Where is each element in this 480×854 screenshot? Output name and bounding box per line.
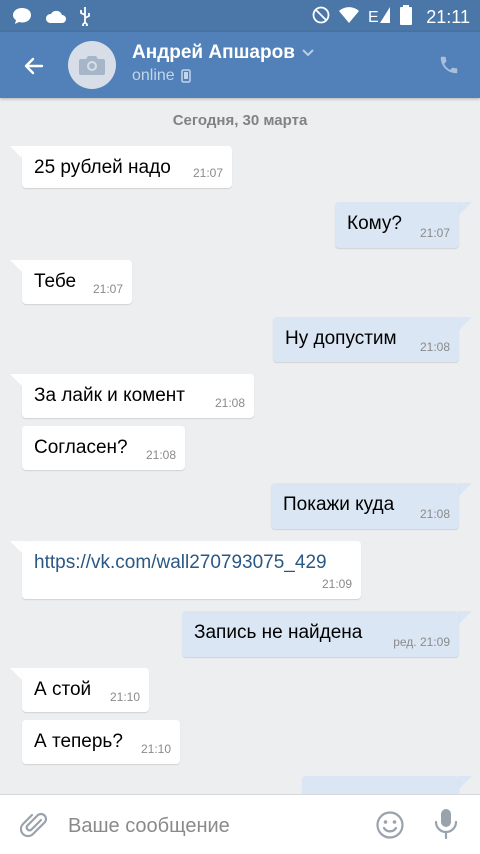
usb-icon [78,6,92,31]
bubble-tail [458,776,472,790]
message-time: 21:08 [419,340,450,354]
bubble-tail [458,483,472,497]
contact-status: online [132,67,191,85]
message-bubble-outgoing-partial[interactable] [302,776,459,794]
cloud-icon [44,8,66,29]
attach-button[interactable] [19,811,50,841]
back-button[interactable] [16,48,52,84]
microphone-icon [434,809,458,840]
message-bubble-outgoing[interactable]: Ну допустим 21:08 [273,317,459,362]
svg-text:E: E [368,9,379,24]
battery-icon [400,5,413,30]
phone-icon [440,56,458,74]
message-bubble-incoming[interactable]: А теперь? 21:10 [22,720,180,764]
online-status-label: online [132,67,175,84]
date-separator: Сегодня, 30 марта [172,112,308,129]
message-text: За лайк и комент [34,385,185,406]
message-time: 21:09 [321,577,352,591]
message-text: Покажи куда [283,494,395,515]
message-bubble-outgoing[interactable]: Запись не найдена ред. 21:09 [182,611,459,657]
message-bubble-incoming[interactable]: 25 рублей надо 21:07 [22,146,232,188]
message-text: Ну допустим [285,328,397,349]
message-bubble-incoming[interactable]: https://vk.com/wall270793075_429 21:09 [22,541,361,599]
message-bubble-incoming[interactable]: Тебе 21:07 [22,260,132,304]
bubble-tail [458,317,472,331]
status-time: 21:11 [426,7,470,27]
message-bubble-incoming[interactable]: А стой 21:10 [22,668,149,712]
chevron-down-icon [302,49,314,57]
message-time: 21:08 [419,507,450,521]
message-text: А стой [34,679,92,700]
camera-icon [79,56,105,75]
message-time: 21:07 [419,226,450,240]
message-composer [0,794,480,854]
message-text: Тебе [34,271,77,292]
message-input[interactable] [68,813,358,839]
message-bubble-incoming[interactable]: Согласен? 21:08 [22,426,185,470]
signal-e-icon: E [368,6,392,29]
message-time: ред. 21:09 [393,635,450,649]
message-time: 21:10 [140,742,171,756]
arrow-back-icon [24,57,44,75]
contact-name-label: Андрей Апшаров [132,42,295,63]
message-text: Кому? [347,213,402,234]
message-text: 25 рублей надо [34,157,171,178]
message-time: 21:07 [192,166,223,180]
do-not-disturb-icon [312,6,330,29]
voice-message-button[interactable] [430,807,462,841]
message-notification-icon [12,7,32,30]
message-bubble-outgoing[interactable]: Покажи куда 21:08 [271,483,459,529]
paperclip-icon [19,812,48,838]
message-bubble-outgoing[interactable]: Кому? 21:07 [335,202,459,248]
message-bubble-incoming[interactable]: За лайк и комент 21:08 [22,374,254,418]
wifi-icon [338,6,360,29]
bubble-tail [458,202,472,216]
message-text: А теперь? [34,731,123,752]
message-time: 21:08 [145,448,176,462]
message-list[interactable]: Сегодня, 30 марта 25 рублей надо 21:07 К… [0,98,480,794]
message-link[interactable]: https://vk.com/wall270793075_429 [34,552,327,573]
chat-header: Андрей Апшаров online [0,32,480,98]
message-time: 21:10 [109,690,140,704]
call-button[interactable] [434,50,464,80]
message-text: Запись не найдена [194,622,363,643]
avatar[interactable] [68,41,116,89]
smiley-icon [376,811,404,839]
message-time: 21:08 [214,396,245,410]
message-text: Согласен? [34,437,128,458]
status-bar: E 21:11 [0,0,480,32]
message-time: 21:07 [92,282,123,296]
mobile-icon [180,69,191,83]
contact-name[interactable]: Андрей Апшаров [132,42,315,64]
bubble-tail [458,611,472,625]
emoji-button[interactable] [374,809,406,841]
